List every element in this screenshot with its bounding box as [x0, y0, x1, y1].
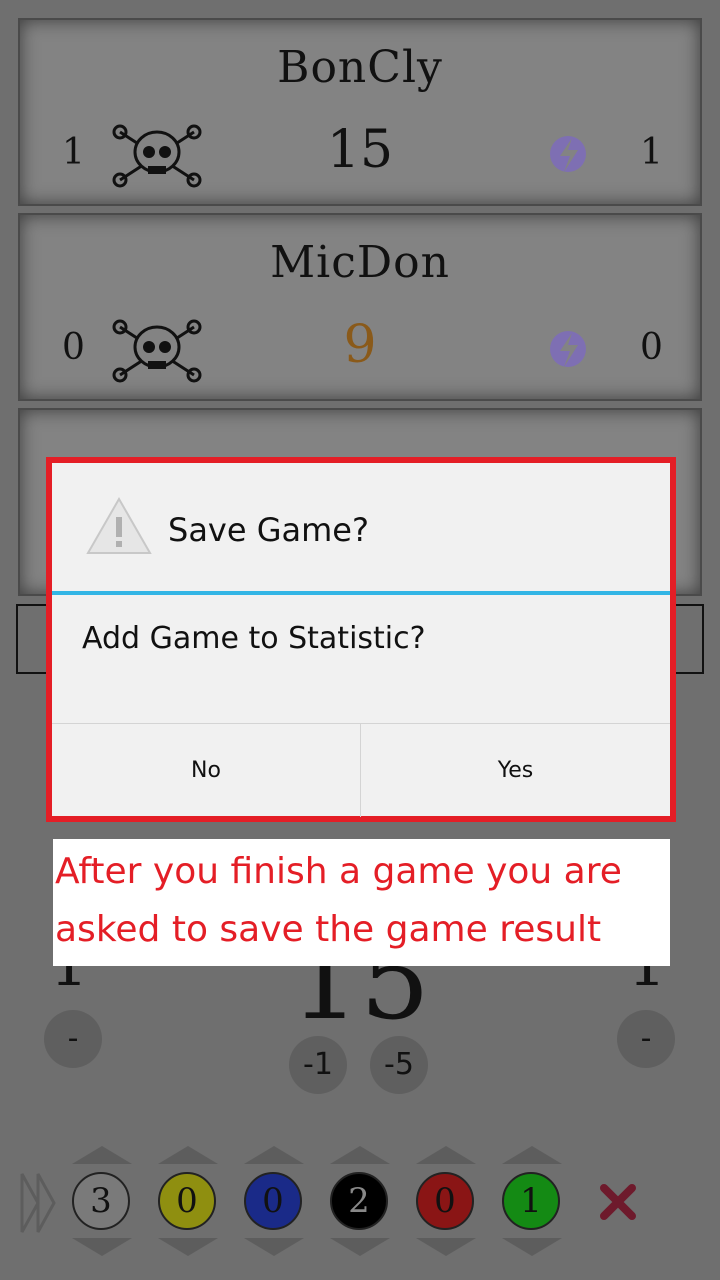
token-row: 3 0 0 2 0 1: [0, 1140, 720, 1270]
dialog-title: Save Game?: [168, 511, 369, 549]
yes-button[interactable]: Yes: [361, 724, 670, 817]
token-down-arrow[interactable]: [72, 1238, 132, 1256]
warning-icon: [86, 497, 152, 554]
minus-1-button[interactable]: -1: [289, 1036, 347, 1094]
player-name: MicDon: [270, 237, 450, 288]
fast-forward-icon[interactable]: [20, 1172, 56, 1234]
token-up-arrow[interactable]: [502, 1146, 562, 1164]
token-up-arrow[interactable]: [416, 1146, 476, 1164]
player-card-2[interactable]: MicDon 0 9 0: [18, 213, 702, 401]
minus-kills-button[interactable]: -: [44, 1010, 102, 1068]
player-score: 15: [326, 120, 394, 180]
token-counter[interactable]: 3: [72, 1172, 130, 1230]
token-up-arrow[interactable]: [158, 1146, 218, 1164]
lightning-icon: [550, 331, 586, 367]
lightning-icon: [550, 136, 586, 172]
token-down-arrow[interactable]: [416, 1238, 476, 1256]
minus-bolt-button[interactable]: -: [617, 1010, 675, 1068]
bolt-count: 1: [640, 132, 663, 173]
token-down-arrow[interactable]: [244, 1238, 304, 1256]
dialog-message: Add Game to Statistic?: [82, 621, 426, 656]
minus-5-button[interactable]: -5: [370, 1036, 428, 1094]
token-counter[interactable]: 1: [502, 1172, 560, 1230]
token-counter[interactable]: 0: [158, 1172, 216, 1230]
player-card-1[interactable]: BonCly 1 15 1: [18, 18, 702, 206]
token-down-arrow[interactable]: [158, 1238, 218, 1256]
save-game-dialog: Save Game? Add Game to Statistic? No Yes: [46, 457, 676, 822]
no-button[interactable]: No: [52, 724, 361, 817]
dialog-header: Save Game?: [52, 463, 670, 591]
bolt-count: 0: [640, 327, 663, 368]
token-counter[interactable]: 2: [330, 1172, 388, 1230]
player-score: 9: [343, 315, 377, 375]
dialog-divider: [52, 591, 670, 595]
token-up-arrow[interactable]: [72, 1146, 132, 1164]
token-up-arrow[interactable]: [244, 1146, 304, 1164]
player-name: BonCly: [277, 42, 443, 93]
token-up-arrow[interactable]: [330, 1146, 390, 1164]
close-icon[interactable]: [598, 1182, 638, 1222]
dialog-buttons: No Yes: [52, 723, 670, 817]
token-down-arrow[interactable]: [502, 1238, 562, 1256]
tutorial-caption: After you finish a game you are asked to…: [53, 839, 670, 966]
token-counter[interactable]: 0: [244, 1172, 302, 1230]
token-counter[interactable]: 0: [416, 1172, 474, 1230]
token-down-arrow[interactable]: [330, 1238, 390, 1256]
